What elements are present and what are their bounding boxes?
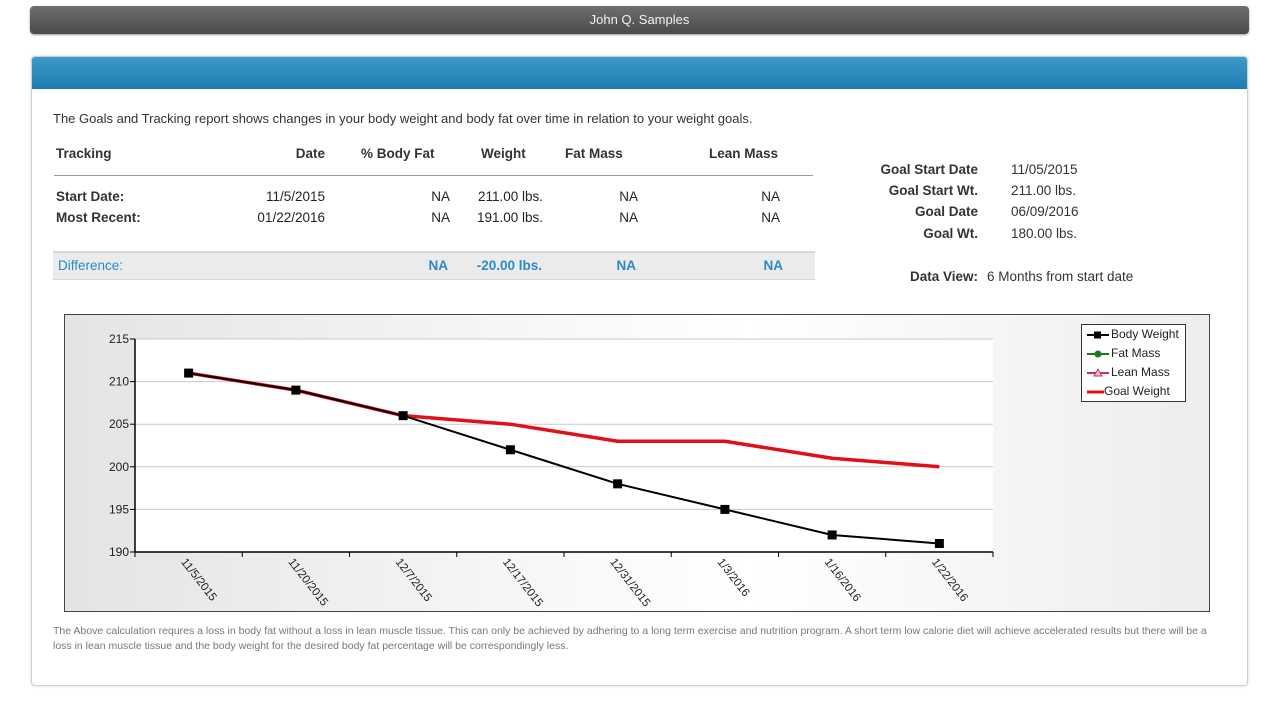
y-tick-label: 190 [109, 545, 129, 559]
body-weight-point [827, 530, 837, 540]
plot-area [135, 339, 993, 552]
header-lean-mass: Lean Mass [709, 146, 779, 161]
row-body-fat: NA [431, 210, 450, 225]
body-weight-point [934, 538, 944, 548]
lean-mass-legend-icon [1087, 367, 1109, 377]
body-weight-legend-icon [1087, 331, 1109, 339]
legend-item-body-weight: Body Weight [1082, 325, 1185, 344]
footnote-text: The Above calculation requres a loss in … [53, 625, 1207, 652]
data-view-value: 6 Months from start date [987, 269, 1134, 284]
row-lean-mass: NA [761, 210, 780, 225]
table-divider [54, 175, 813, 176]
x-tick-label: 11/20/2015 [286, 556, 330, 608]
goal-start-date-label: Goal Start Date [880, 162, 978, 177]
row-date: 11/5/2015 [265, 189, 325, 204]
body-weight-point [720, 504, 730, 514]
legend-label: Body Weight [1111, 327, 1179, 341]
user-title-bar: John Q. Samples [30, 6, 1249, 34]
x-tick-label: 1/16/2016 [822, 556, 863, 604]
row-date: 01/22/2016 [257, 210, 325, 225]
difference-values: Difference: NA -20.00 lbs. NA NA [0, 258, 820, 276]
body-weight-point [184, 368, 194, 378]
goal-weight-value: 180.00 lbs. [1011, 226, 1078, 241]
x-tick-label: 11/5/2015 [178, 556, 218, 603]
row-fat-mass: NA [619, 210, 638, 225]
legend-label: Fat Mass [1111, 346, 1161, 360]
legend-item-goal-weight: Goal Weight [1082, 382, 1185, 401]
goal-date-label: Goal Date [914, 204, 978, 219]
tracking-table-header: Tracking Date % Body Fat Weight Fat Mass… [0, 146, 820, 164]
x-tick-label: 1/3/2016 [715, 556, 752, 599]
legend-item-lean-mass: Lean Mass [1082, 363, 1185, 382]
goal-weight-label: Goal Wt. [923, 226, 978, 241]
x-tick-label: 1/22/2016 [929, 556, 970, 604]
x-tick-label: 12/31/2015 [607, 556, 652, 609]
header-date: Date [295, 146, 325, 161]
table-row: Start Date: 11/5/2015 NA 211.00 lbs. NA … [0, 189, 820, 207]
row-lean-mass: NA [761, 189, 780, 204]
header-fat-mass: Fat Mass [565, 146, 623, 161]
x-tick-label: 12/7/2015 [393, 556, 434, 604]
y-tick-label: 195 [109, 502, 129, 516]
header-body-fat: % Body Fat [361, 146, 435, 161]
body-weight-point [398, 411, 408, 421]
fat-mass-legend-icon [1087, 350, 1109, 358]
body-weight-point [505, 445, 515, 455]
body-weight-point [291, 385, 301, 395]
goal-date-value: 06/09/2016 [1011, 204, 1079, 219]
row-body-fat: NA [431, 189, 450, 204]
y-tick-label: 200 [109, 460, 129, 474]
difference-lean-mass: NA [763, 258, 784, 273]
row-label: Start Date: [56, 189, 125, 204]
legend-label: Lean Mass [1111, 365, 1170, 379]
body-weight-point [613, 479, 623, 489]
difference-label: Difference: [58, 258, 124, 273]
y-tick-label: 205 [109, 417, 129, 431]
difference-body-fat: NA [428, 258, 449, 273]
row-fat-mass: NA [619, 189, 638, 204]
row-label: Most Recent: [56, 210, 141, 225]
chart-legend: Body Weight Fat Mass Lean Mass Goal Weig… [1081, 324, 1186, 402]
row-weight: 191.00 lbs. [476, 210, 543, 225]
user-name: John Q. Samples [589, 12, 690, 27]
row-weight: 211.00 lbs. [477, 189, 543, 204]
header-weight: Weight [481, 146, 526, 161]
legend-label: Goal Weight [1104, 384, 1170, 398]
y-tick-label: 210 [109, 375, 129, 389]
weight-chart: 190 195 200 205 210 215 11/5/2015 11/20/2015 12/… [64, 314, 1210, 612]
x-tick-label: 12/17/2015 [500, 556, 545, 609]
difference-weight: -20.00 lbs. [476, 258, 542, 273]
header-tracking: Tracking [56, 146, 112, 161]
data-view-label: Data View: [909, 269, 978, 284]
y-tick-label: 215 [109, 332, 129, 346]
goal-start-date-value: 11/05/2015 [1011, 162, 1078, 177]
chart-canvas: 190 195 200 205 210 215 11/5/2015 11/20/2015 12/… [109, 332, 994, 609]
goal-start-weight-label: Goal Start Wt. [888, 183, 978, 198]
intro-text: The Goals and Tracking report shows chan… [53, 111, 753, 126]
legend-item-fat-mass: Fat Mass [1082, 344, 1185, 363]
table-row: Most Recent: 01/22/2016 NA 191.00 lbs. N… [0, 210, 820, 228]
panel-header-bar [32, 57, 1247, 89]
goal-start-weight-value: 211.00 lbs. [1011, 183, 1077, 198]
difference-fat-mass: NA [616, 258, 637, 273]
